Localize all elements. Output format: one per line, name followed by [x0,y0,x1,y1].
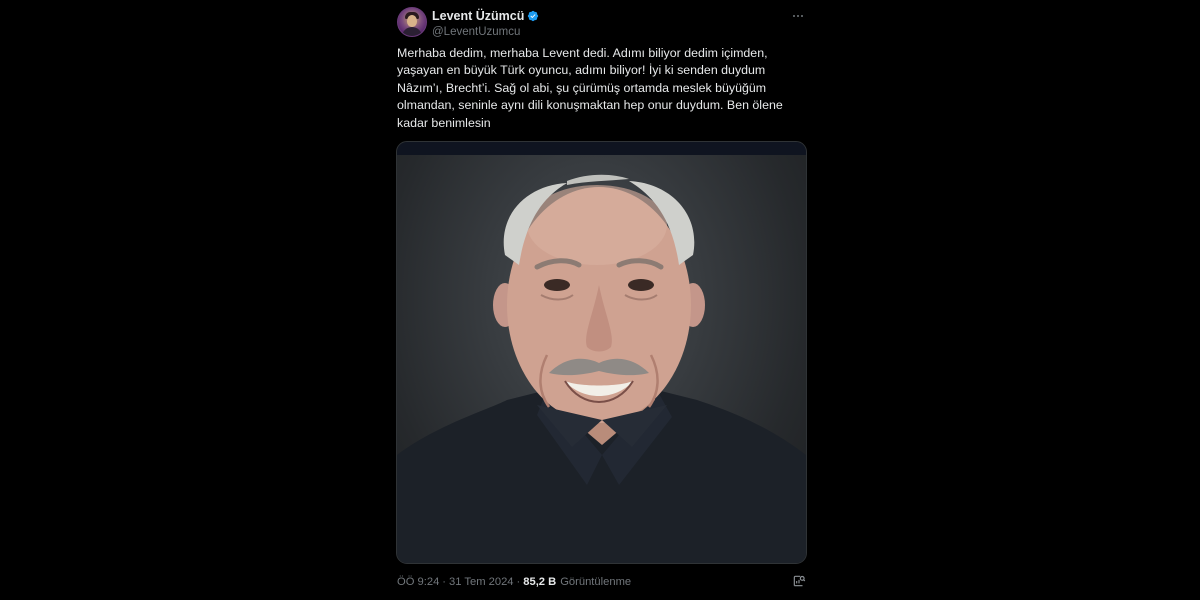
portrait-illustration [397,174,806,563]
name-row: Levent Üzümcü [432,8,539,24]
tweet-text-line: olmandan, seninle aynı dili konuşmaktan … [397,98,783,113]
tweet-meta: ÖÖ 9:24 · 31 Tem 2024 · 85,2 B Görüntüle… [397,574,631,590]
tweet-date[interactable]: 31 Tem 2024 [449,576,513,588]
more-options-icon[interactable] [790,10,806,22]
views-label: Görüntülenme [560,576,632,588]
author-display-name[interactable]: Levent Üzümcü [432,9,524,23]
verified-badge-icon [528,10,539,22]
tweet-time[interactable]: ÖÖ 9:24 [397,576,439,588]
avatar-face [407,15,417,27]
tweet-text-line: kadar benimlesin [397,115,491,130]
more-dot [792,14,795,18]
tweet-text-line: Merhaba dedim, merhaba Levent dedi. Adım… [397,46,768,60]
tweet-text-line: Nâzım’ı, Brecht’i. Sağ ol abi, şu çürümü… [397,80,767,95]
portrait-photo[interactable] [397,155,806,563]
meta-separator: · [516,576,521,588]
author-handle[interactable]: @LeventUzumcu [432,26,520,38]
media-top-strip [397,142,806,155]
more-dot [801,14,804,18]
tweet-text-line: yaşayan en büyük Türk oyuncu, adımı bili… [397,63,766,78]
views-count: 85,2 B [523,576,557,588]
tweet-media[interactable] [396,141,807,564]
tweet: Levent Üzümcü @LeventUzumcu Merhaba dedi… [396,0,808,600]
avatar-body [402,27,422,36]
tweet-text: Merhaba dedim, merhaba Levent dedi. Adım… [397,45,797,132]
more-dot [796,14,800,18]
meta-separator: · [442,576,447,588]
analytics-icon[interactable] [792,574,806,588]
tweet-header: Levent Üzümcü @LeventUzumcu [396,6,808,40]
avatar[interactable] [397,7,427,37]
